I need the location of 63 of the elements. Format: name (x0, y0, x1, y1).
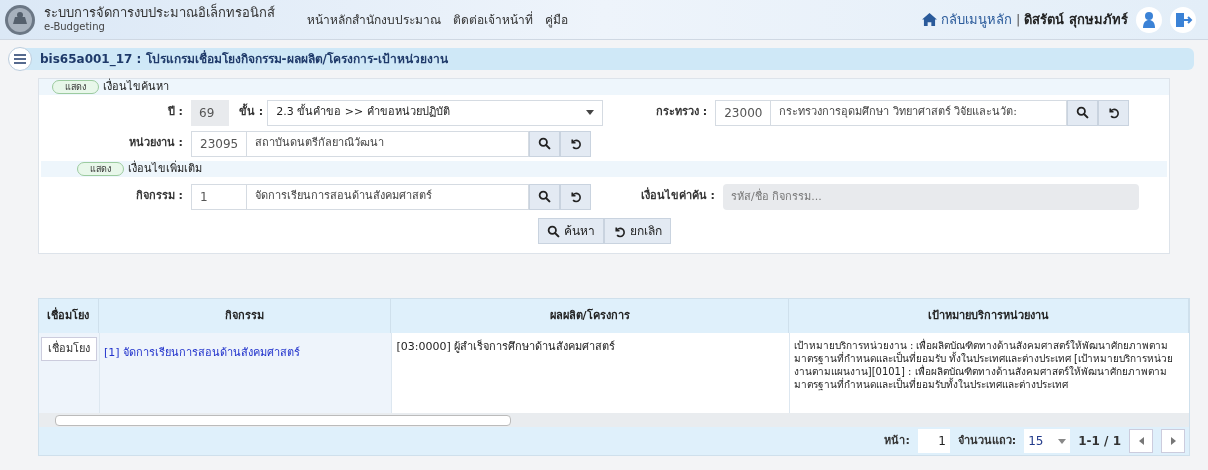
search-icon (546, 224, 560, 238)
emblem-logo (4, 3, 36, 36)
search-icon (1076, 106, 1090, 119)
search-button[interactable] (1067, 99, 1099, 126)
search-icon (538, 137, 551, 150)
search-button[interactable]: ค้นหา (537, 218, 604, 244)
menu-button[interactable] (8, 47, 32, 71)
keyword-field[interactable]: รหัส/ชื่อ กิจกรรม... (723, 183, 1139, 210)
next-page-button[interactable] (1161, 429, 1185, 453)
search-icon (538, 190, 551, 203)
right-arrow-icon (1170, 437, 1176, 445)
search-button[interactable] (529, 130, 560, 157)
field-label: กระทรวง : (655, 104, 708, 121)
field-label: เงื่อนไขค่าค้น : (639, 188, 715, 205)
system-name: ระบบการจัดการงบประมาณอิเล็กทรอนิกส์ (44, 5, 275, 22)
system-subtitle: e-Budgeting (44, 21, 106, 34)
step-dropdown[interactable]: 2.3 ขั้นคำขอ >> คำขอหน่วยปฏิบัติ (267, 99, 604, 126)
reset-button[interactable] (560, 183, 591, 210)
activity-link[interactable]: [1] จัดการเรียนการสอนด้านสังคมศาสตร์ (104, 346, 301, 359)
reset-button[interactable]: ยกเลิก (603, 218, 671, 244)
undo-icon (569, 190, 582, 203)
show-toggle[interactable]: แสดง (52, 80, 99, 94)
search-button[interactable] (529, 183, 560, 210)
left-arrow-icon (1138, 437, 1144, 445)
name-field[interactable]: จัดการเรียนการสอนด้านสังคมศาสตร์ (247, 183, 529, 210)
nav-link[interactable]: หน้าหลักสำนักงบประมาณ (307, 10, 441, 29)
separator-text: | (1016, 10, 1021, 29)
code-field[interactable]: 23000 (715, 99, 772, 126)
year-field[interactable]: 69 (191, 99, 229, 126)
field-label: หน่วยงาน : (127, 135, 183, 152)
user-icon (1136, 6, 1162, 33)
undo-icon (612, 224, 626, 238)
field-label: กิจกรรม : (134, 188, 183, 205)
nav-link[interactable]: ติดต่อเจ้าหน้าที่ (453, 10, 533, 29)
logout-icon (1170, 6, 1196, 33)
nav-link[interactable]: คู่มือ (545, 10, 568, 29)
user-name: ดิสรัตน์ สุกษมภัทร์ (1024, 10, 1128, 30)
reset-button[interactable] (560, 130, 591, 157)
field-label: ขั้น : (239, 104, 264, 121)
caret-icon (586, 110, 595, 115)
page-range: 1-1 / 1 (1078, 433, 1121, 450)
section-title: เงื่อนไขเพิ่มเติม (128, 160, 202, 177)
undo-icon (1107, 106, 1121, 119)
home-link[interactable]: กลับเมนูหลัก (922, 9, 1013, 30)
code-field[interactable]: 1 (191, 183, 247, 210)
home-icon (922, 13, 938, 26)
show-toggle[interactable]: แสดง (77, 162, 124, 176)
page-field[interactable]: 1 (917, 429, 950, 453)
caret-icon (1058, 438, 1067, 444)
code-field[interactable]: 23095 (191, 130, 247, 157)
name-field[interactable]: สถาบันดนตรีกัลยาณิวัฒนา (247, 130, 529, 157)
section-title: เงื่อนไขค้นหา (103, 78, 169, 95)
reset-button[interactable] (1098, 99, 1130, 126)
pager-label: หน้า: (884, 432, 910, 449)
rows-dropdown[interactable]: 15 (1024, 429, 1071, 453)
link-button[interactable]: เชื่อมโยง (41, 337, 97, 362)
prev-page-button[interactable] (1129, 429, 1153, 453)
field-label: ปี : (166, 104, 183, 121)
name-field[interactable]: กระทรวงการอุดมศึกษา วิทยาศาสตร์ วิจัยและนวัต: (771, 99, 1068, 126)
page-title: bis65a001_17 : โปรแกรมเชื่อมโยงกิจกรรม-ผลผลิต/โครงการ-เป้าหน่วยงาน (40, 50, 448, 68)
menu-icon (14, 54, 26, 64)
undo-icon (569, 137, 582, 150)
pager-label: จำนวนแถว: (957, 432, 1017, 449)
